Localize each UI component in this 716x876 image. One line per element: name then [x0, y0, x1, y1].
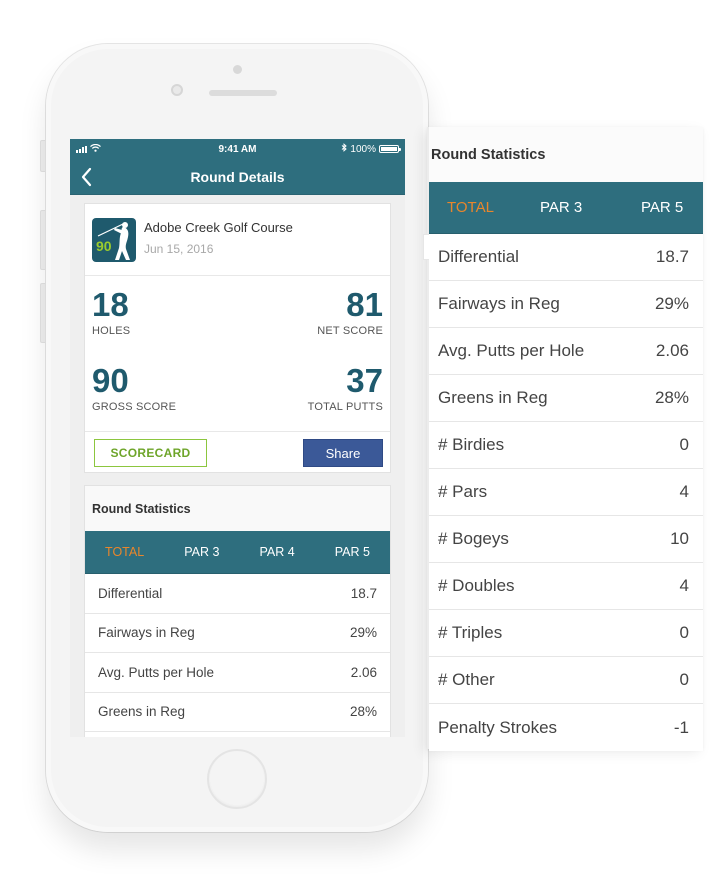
- course-name: Adobe Creek Golf Course: [144, 219, 293, 235]
- stats-row-value: 18.7: [350, 585, 377, 601]
- stat-total-putts-value: 37: [346, 362, 383, 399]
- stat-holes: 18 HOLES: [92, 288, 130, 337]
- panel-stats-row-value: 4: [679, 482, 689, 501]
- panel-stats-row: Differential 18.7: [429, 234, 703, 281]
- back-button[interactable]: [78, 165, 98, 189]
- panel-stats-row-label: # Triples: [438, 623, 503, 642]
- expanded-statistics-panel: Round Statistics TOTAL PAR 3 PAR 5 Diffe…: [423, 127, 703, 751]
- panel-stats-row-label: Fairways in Reg: [438, 294, 560, 313]
- round-summary-card: 90 Adobe Creek Golf Course Jun 15, 2016 …: [84, 203, 391, 473]
- scorecard-button[interactable]: SCORECARD: [94, 439, 207, 467]
- panel-stats-row: # Bogeys 10: [429, 516, 703, 563]
- panel-tab-par-3[interactable]: PAR 3: [536, 199, 586, 216]
- front-camera: [171, 84, 183, 96]
- stat-net-score-value: 81: [346, 286, 383, 323]
- stat-gross-score-label: GROSS SCORE: [92, 401, 177, 413]
- battery-icon: [379, 145, 401, 153]
- nav-bar: Round Details: [70, 159, 405, 195]
- panel-stats-row-label: Greens in Reg: [438, 388, 548, 407]
- home-button[interactable]: [207, 749, 267, 809]
- panel-stats-row: # Doubles 4: [429, 563, 703, 610]
- course-header[interactable]: 90 Adobe Creek Golf Course Jun 15, 2016: [85, 204, 390, 276]
- status-bar: 9:41 AM 100%: [70, 139, 405, 159]
- panel-stats-row: # Birdies 0: [429, 422, 703, 469]
- panel-stats-row-label: Penalty Strokes: [438, 717, 558, 737]
- panel-stats-tabs: TOTAL PAR 3 PAR 5: [429, 182, 703, 234]
- stat-holes-value: 18: [92, 286, 129, 323]
- panel-stats-row-value: 28%: [654, 388, 689, 407]
- panel-stats-row-value: 29%: [654, 294, 689, 313]
- status-time: 9:41 AM: [218, 143, 257, 155]
- panel-stats-row-label: # Pars: [438, 482, 488, 501]
- stat-holes-label: HOLES: [92, 325, 131, 337]
- stats-row-label: Avg. Putts per Hole: [98, 664, 215, 680]
- panel-stats-row-label: # Birdies: [438, 435, 505, 454]
- stats-list: Differential 18.7 Fairways in Reg 29% Av…: [85, 574, 390, 732]
- panel-stats-row: # Pars 4: [429, 469, 703, 516]
- panel-stats-row: Greens in Reg 28%: [429, 375, 703, 422]
- panel-stats-row: Fairways in Reg 29%: [429, 281, 703, 328]
- stats-row-value: 28%: [349, 704, 377, 720]
- panel-stats-row: Avg. Putts per Hole 2.06: [429, 328, 703, 375]
- phone-screen: 9:41 AM 100% Round Details 90 Adobe Cree…: [70, 139, 405, 737]
- stat-total-putts: 37 TOTAL PUTTS: [308, 364, 383, 413]
- stats-row-value: 2.06: [350, 664, 377, 680]
- panel-stats-row-label: Differential: [438, 247, 519, 266]
- proximity-sensor: [233, 65, 242, 74]
- tab-total[interactable]: TOTAL: [101, 545, 148, 559]
- panel-stats-row-label: # Doubles: [438, 576, 515, 595]
- panel-statistics-title: Round Statistics: [429, 127, 703, 182]
- round-statistics-card: Round Statistics TOTAL PAR 3 PAR 4 PAR 5…: [84, 485, 391, 737]
- panel-stats-row-value: 18.7: [655, 247, 689, 266]
- stats-row-label: Greens in Reg: [98, 704, 186, 720]
- stat-gross-score-value: 90: [92, 362, 129, 399]
- panel-stats-row-label: Avg. Putts per Hole: [438, 341, 585, 360]
- stats-row: Differential 18.7: [85, 574, 390, 614]
- stat-gross-score: 90 GROSS SCORE: [92, 364, 176, 413]
- stats-row: Greens in Reg 28%: [85, 692, 390, 732]
- panel-stats-row: # Other 0: [429, 657, 703, 704]
- stats-row: Fairways in Reg 29%: [85, 613, 390, 653]
- panel-stats-row-value: 0: [679, 435, 689, 454]
- page-title: Round Details: [190, 168, 285, 185]
- panel-tab-par-5[interactable]: PAR 5: [637, 199, 687, 216]
- tab-par-3[interactable]: PAR 3: [180, 545, 223, 559]
- panel-stats-row-value: 0: [679, 670, 689, 689]
- panel-stats-row: # Triples 0: [429, 610, 703, 657]
- stats-row-label: Differential: [98, 585, 163, 601]
- earpiece-speaker: [209, 90, 277, 96]
- panel-stats-row-value: -1: [673, 717, 689, 737]
- round-actions: SCORECARD Share: [85, 432, 390, 474]
- stats-tabs: TOTAL PAR 3 PAR 4 PAR 5: [85, 531, 390, 574]
- chevron-left-icon: [81, 167, 92, 187]
- stats-row-value: 29%: [349, 625, 377, 641]
- stat-net-score-label: NET SCORE: [317, 325, 383, 337]
- share-button[interactable]: Share: [303, 439, 383, 467]
- stat-net-score: 81 NET SCORE: [317, 288, 383, 337]
- panel-stats-row: Penalty Strokes -1: [429, 704, 703, 751]
- panel-connector: [423, 234, 429, 260]
- course-badge-score: 90: [96, 237, 112, 254]
- round-statistics-title: Round Statistics: [85, 486, 390, 531]
- panel-tab-total[interactable]: TOTAL: [443, 199, 498, 216]
- stats-row: Avg. Putts per Hole 2.06: [85, 653, 390, 693]
- panel-stats-row-value: 4: [679, 576, 689, 595]
- round-stats-grid: 18 HOLES 81 NET SCORE 90 GROSS SCORE 37 …: [85, 276, 390, 432]
- course-badge: 90: [92, 217, 136, 262]
- panel-stats-list: Differential 18.7 Fairways in Reg 29% Avg. P…: [429, 234, 703, 751]
- stat-total-putts-label: TOTAL PUTTS: [307, 401, 383, 413]
- tab-par-5[interactable]: PAR 5: [331, 545, 374, 559]
- panel-stats-row-value: 2.06: [655, 341, 689, 360]
- round-date: Jun 15, 2016: [144, 241, 214, 256]
- panel-stats-row-value: 0: [679, 623, 689, 642]
- stats-row-label: Fairways in Reg: [98, 625, 195, 641]
- panel-stats-row-value: 10: [670, 529, 689, 548]
- tab-par-4[interactable]: PAR 4: [256, 545, 299, 559]
- panel-stats-row-label: # Other: [438, 670, 495, 689]
- panel-stats-row-label: # Bogeys: [438, 529, 509, 548]
